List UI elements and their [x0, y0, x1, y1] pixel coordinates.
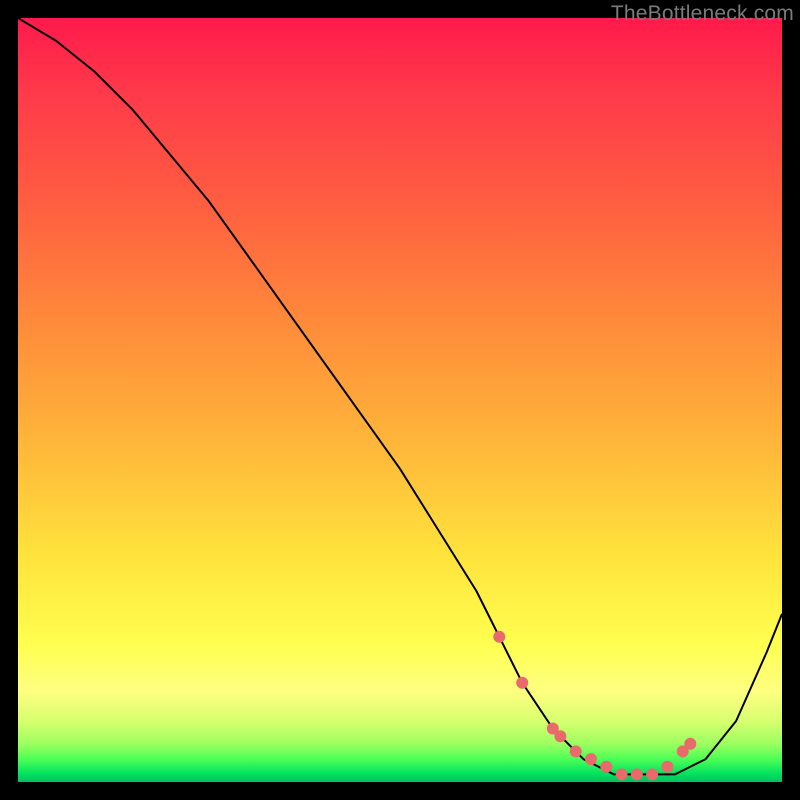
optimal-marker: [631, 768, 643, 780]
plot-area: [18, 18, 782, 782]
optimal-marker: [646, 768, 658, 780]
optimal-marker: [493, 631, 505, 643]
curve-layer: [18, 18, 782, 774]
optimal-marker: [554, 730, 566, 742]
optimal-marker: [684, 738, 696, 750]
watermark-text: TheBottleneck.com: [611, 2, 794, 26]
chart-frame: TheBottleneck.com: [0, 0, 800, 800]
optimal-marker: [570, 745, 582, 757]
bottleneck-curve-path: [18, 18, 782, 774]
optimal-marker: [661, 761, 673, 773]
bottleneck-curve-svg: [18, 18, 782, 782]
marker-layer: [493, 631, 696, 781]
optimal-marker: [616, 768, 628, 780]
optimal-marker: [516, 677, 528, 689]
optimal-marker: [585, 753, 597, 765]
optimal-marker: [600, 761, 612, 773]
